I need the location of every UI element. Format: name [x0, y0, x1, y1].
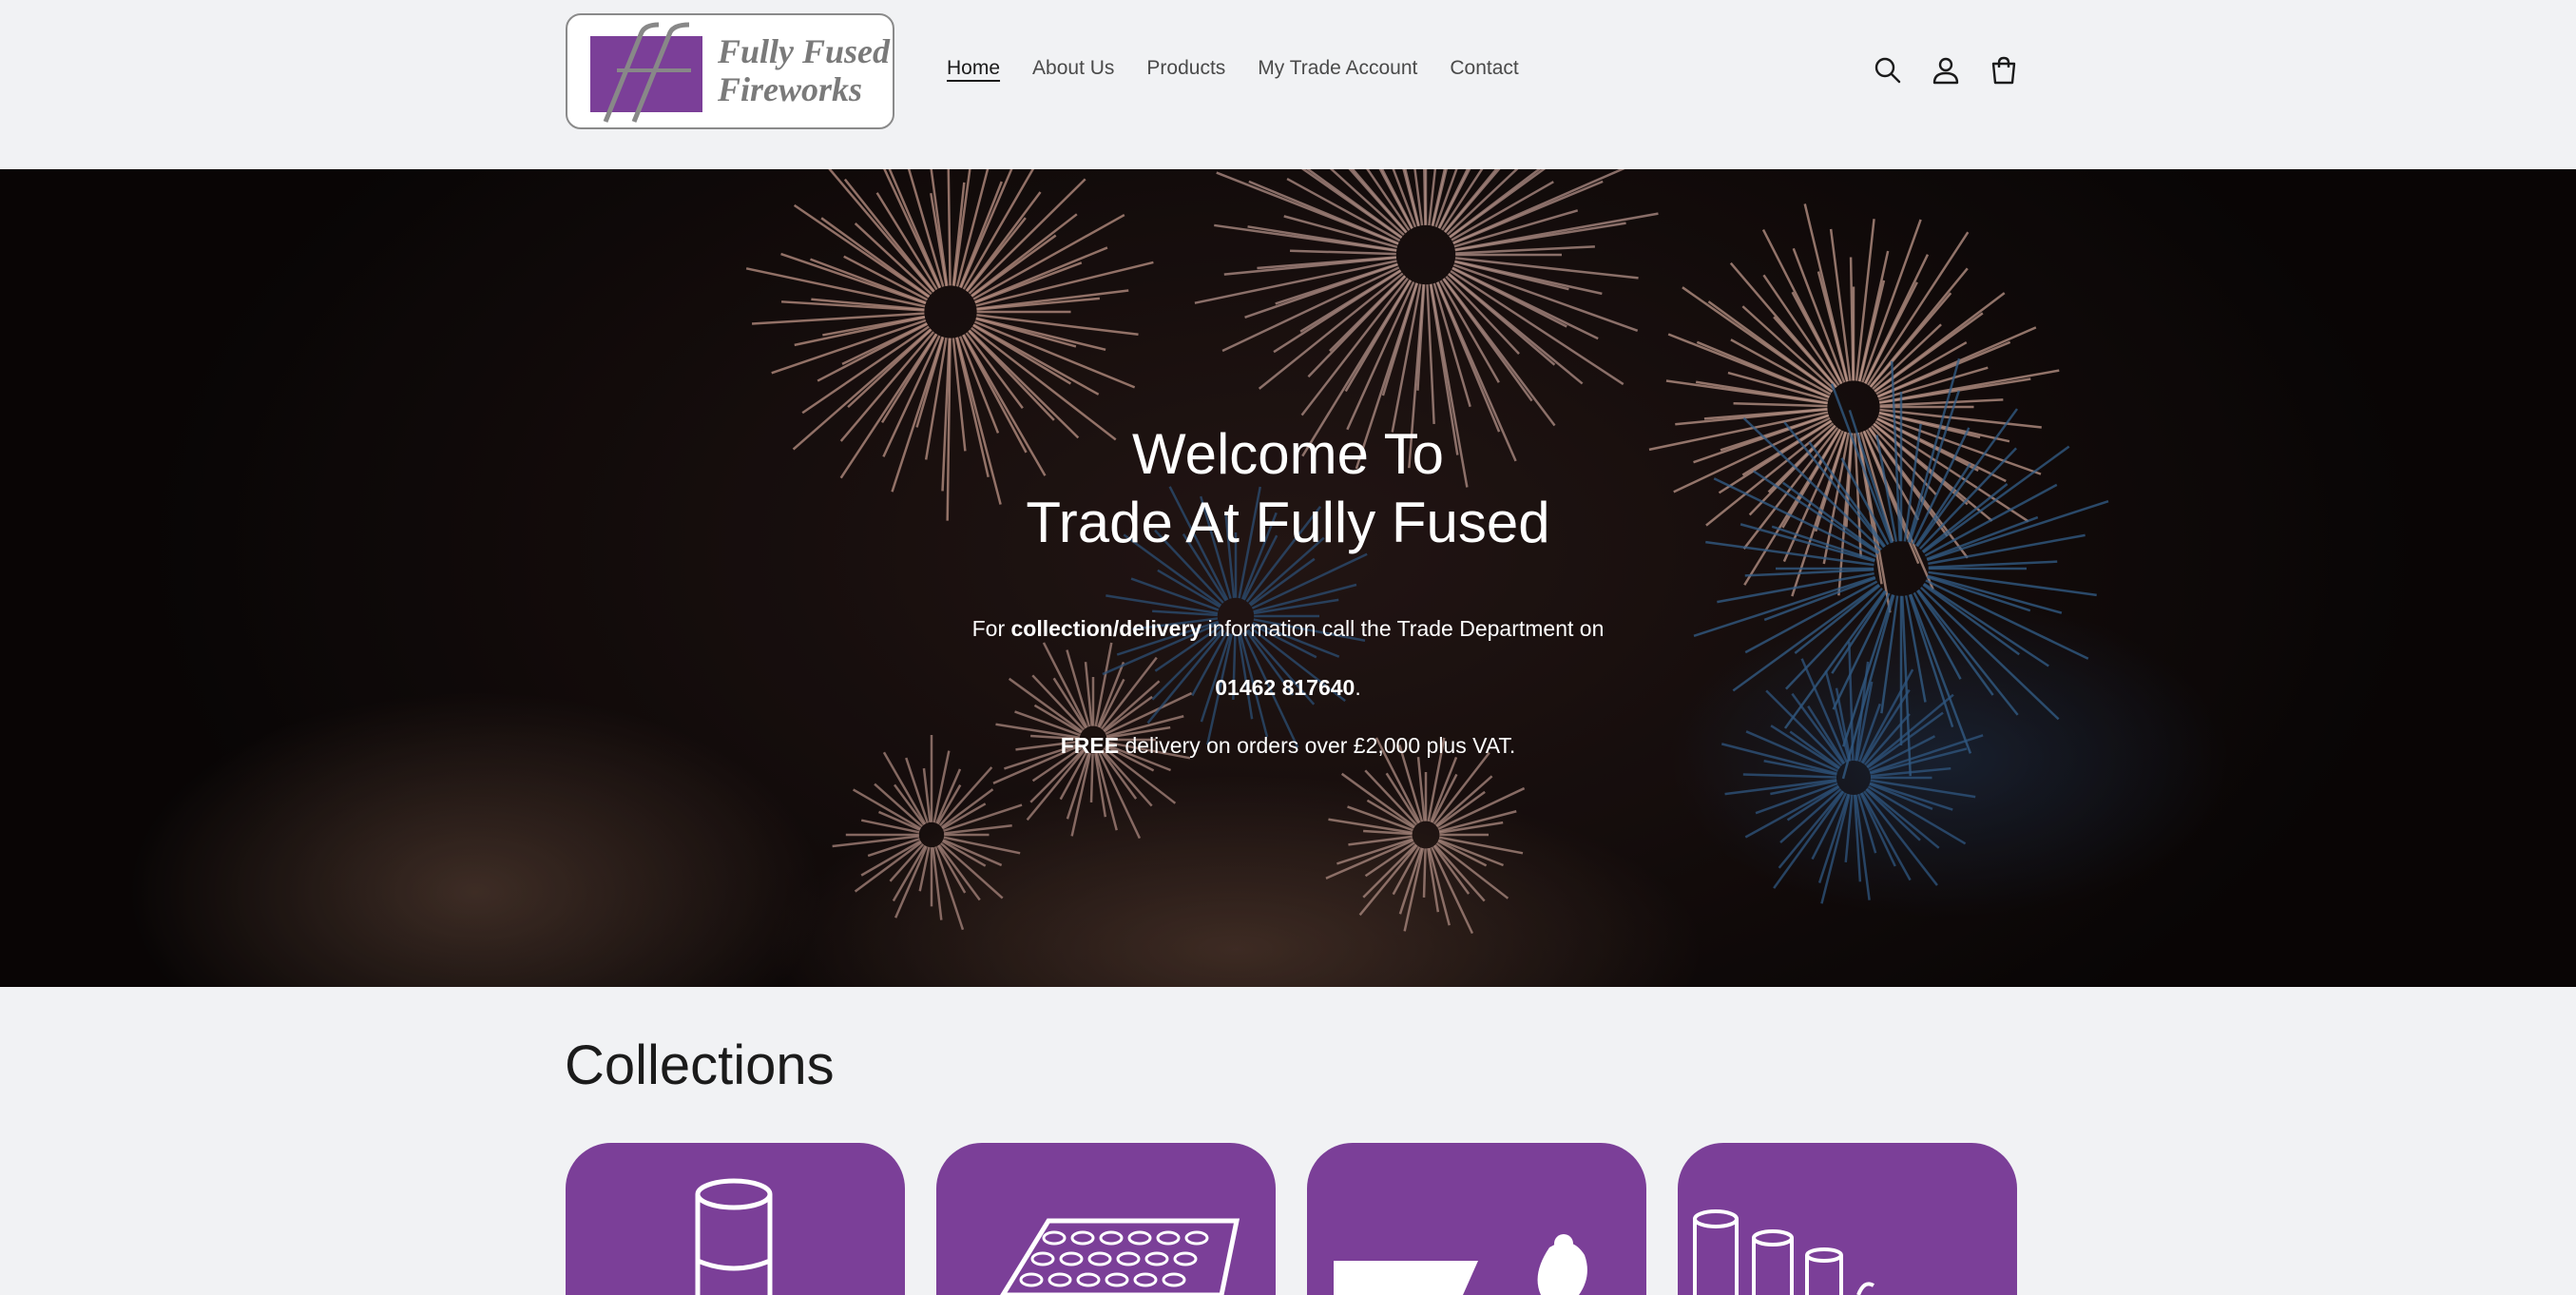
cake-tube-hole [1030, 1251, 1055, 1266]
delivery-bold: FREE [1060, 733, 1120, 758]
nav-products[interactable]: Products [1146, 57, 1225, 80]
cake-tube-hole [1173, 1251, 1198, 1266]
delivery-text: delivery on orders over £2,000 plus VAT. [1119, 733, 1516, 758]
collection-card-3[interactable] [1307, 1143, 1646, 1295]
cake-tube-hole [1127, 1230, 1152, 1246]
hero-title: Welcome To Trade At Fully Fused [0, 420, 2576, 557]
cake-tube-hole [1099, 1230, 1124, 1246]
cake-tube-hole [1059, 1251, 1084, 1266]
single-tube-icon [695, 1178, 773, 1295]
site-logo[interactable]: Fully Fused Fireworks [566, 13, 894, 129]
collection-card-2[interactable] [936, 1143, 1276, 1295]
main-nav: Home About Us Products My Trade Account … [947, 57, 1519, 80]
nav-my-trade-account[interactable]: My Trade Account [1258, 57, 1417, 80]
search-icon[interactable] [1873, 55, 1903, 86]
cake-tube-hole [1162, 1272, 1186, 1287]
trade-phone: 01462 817640 [1215, 675, 1355, 700]
hero-title-line-1: Welcome To [1132, 422, 1444, 486]
cake-tube-hole [1105, 1272, 1129, 1287]
cake-tube-hole [1156, 1230, 1181, 1246]
info-bold: collection/delivery [1010, 616, 1202, 641]
cake-tube-hole [1116, 1251, 1141, 1266]
info-suffix: information call the Trade Department on [1201, 616, 1605, 641]
hero-title-line-2: Trade At Fully Fused [1026, 491, 1550, 554]
phone-suffix: . [1355, 675, 1361, 700]
cake-grid-icon [1000, 1218, 1240, 1295]
cart-icon[interactable] [1989, 55, 2019, 86]
hero-banner: Welcome To Trade At Fully Fused For coll… [0, 169, 2576, 987]
hero-overlay [0, 169, 2576, 987]
tubes-icon [1693, 1209, 1875, 1295]
logo-line-1: Fully Fused [718, 32, 891, 70]
cake-tube-hole [1070, 1230, 1095, 1246]
cake-tube-hole [1076, 1272, 1101, 1287]
cake-tube-hole [1019, 1272, 1044, 1287]
nav-about-us[interactable]: About Us [1032, 57, 1114, 80]
logo-text: Fully Fused Fireworks [718, 32, 890, 108]
collection-card-4[interactable] [1678, 1143, 2017, 1295]
hero-phone-line: 01462 817640. [0, 673, 2576, 702]
rocket-icon [1334, 1234, 1587, 1295]
cake-tube-hole [1144, 1251, 1169, 1266]
site-header: Fully Fused Fireworks Home About Us Prod… [0, 0, 2576, 169]
logo-line-2: Fireworks [718, 70, 863, 108]
hero-info-line: For collection/delivery information call… [0, 614, 2576, 643]
cake-tube-hole [1184, 1230, 1209, 1246]
cake-tube-hole [1133, 1272, 1158, 1287]
account-icon[interactable] [1931, 55, 1961, 86]
cake-tube-hole [1087, 1251, 1112, 1266]
collections-title: Collections [565, 1034, 835, 1096]
nav-contact[interactable]: Contact [1450, 57, 1518, 80]
info-prefix: For [971, 616, 1011, 641]
cake-tube-hole [1048, 1272, 1072, 1287]
hero-delivery-line: FREE delivery on orders over £2,000 plus… [0, 731, 2576, 760]
nav-home[interactable]: Home [947, 57, 1000, 80]
cake-tube-hole [1042, 1230, 1067, 1246]
header-icons [1873, 55, 2019, 86]
collection-card-1[interactable] [566, 1143, 905, 1295]
